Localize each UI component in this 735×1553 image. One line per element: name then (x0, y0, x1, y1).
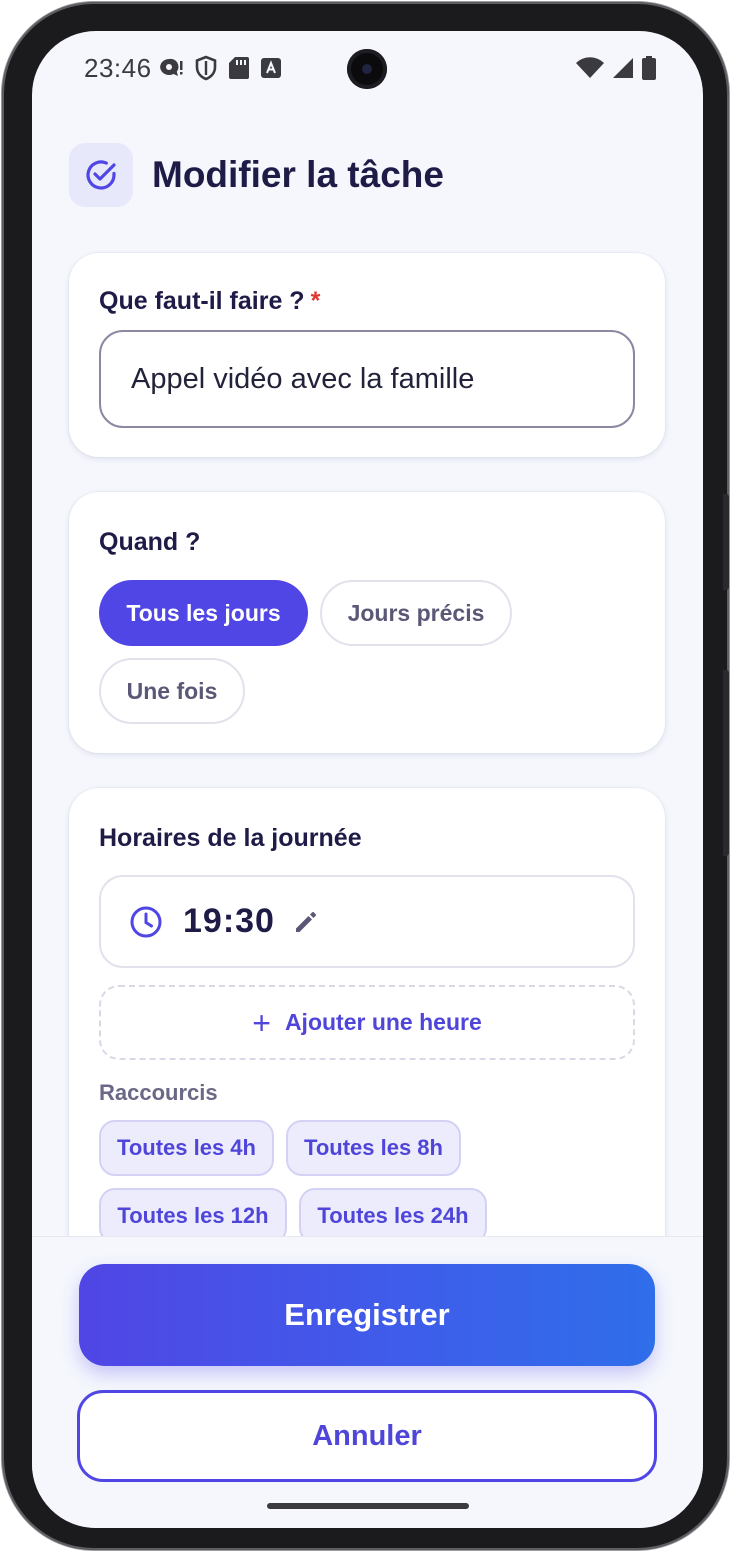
shortcuts-label: Raccourcis (99, 1080, 218, 1105)
option-une-fois[interactable]: Une fois (99, 658, 245, 724)
home-indicator[interactable] (267, 1503, 469, 1509)
chat-bubble-icon (160, 58, 183, 76)
font-a-icon (261, 58, 281, 78)
wifi-icon (576, 57, 604, 78)
task-label-text: Que faut-il faire ? (99, 287, 305, 315)
plus-icon: + (252, 1004, 271, 1041)
signal-icon (613, 58, 633, 78)
status-bar: 23:46 (32, 31, 703, 107)
option-jours-precis[interactable]: Jours précis (320, 580, 512, 646)
shortcut-12h[interactable]: Toutes les 12h (99, 1188, 287, 1236)
required-mark: * (310, 287, 321, 315)
page-header: Modifier la tâche (69, 143, 444, 207)
power-button (723, 494, 729, 590)
time-value: 19:30 (183, 902, 275, 940)
status-system-icons (575, 55, 657, 81)
shield-icon (195, 55, 217, 81)
volume-button (723, 670, 729, 856)
page-title: Modifier la tâche (152, 154, 444, 195)
option-tous-les-jours[interactable]: Tous les jours (99, 580, 308, 646)
scroll-content[interactable]: 23:46 Modifier la tâche Que faut-il fair… (32, 31, 703, 1236)
shortcut-8h[interactable]: Toutes les 8h (286, 1120, 461, 1176)
add-hour-button[interactable]: + Ajouter une heure (99, 985, 635, 1060)
cancel-button[interactable]: Annuler (77, 1390, 657, 1482)
status-time: 23:46 (84, 53, 152, 83)
clock-icon (130, 906, 162, 937)
schedule-label: Horaires de la journée (99, 824, 362, 852)
add-hour-label: Ajouter une heure (284, 1009, 482, 1035)
save-button[interactable]: Enregistrer (79, 1264, 655, 1366)
status-notification-icons (158, 55, 282, 81)
task-card: Que faut-il faire ? * (69, 253, 665, 457)
check-circle-icon (69, 143, 133, 207)
action-bar: Enregistrer Annuler (32, 1236, 703, 1528)
battery-icon (642, 56, 656, 80)
task-label: Que faut-il faire ? * (99, 287, 320, 316)
phone-frame: 23:46 Modifier la tâche Que faut-il fair… (2, 2, 729, 1550)
schedule-card: Horaires de la journée 19:30 + Ajouter u… (69, 788, 665, 1236)
shortcut-4h[interactable]: Toutes les 4h (99, 1120, 274, 1176)
shortcut-24h[interactable]: Toutes les 24h (299, 1188, 487, 1236)
when-label: Quand ? (99, 528, 201, 556)
when-card: Quand ? Tous les jours Jours précis Une … (69, 492, 665, 753)
pencil-icon[interactable] (293, 909, 319, 935)
screen: 23:46 Modifier la tâche Que faut-il fair… (32, 31, 703, 1528)
task-input[interactable] (99, 330, 635, 428)
front-camera (347, 49, 387, 89)
sd-card-icon (229, 57, 249, 79)
time-entry[interactable]: 19:30 (99, 875, 635, 968)
